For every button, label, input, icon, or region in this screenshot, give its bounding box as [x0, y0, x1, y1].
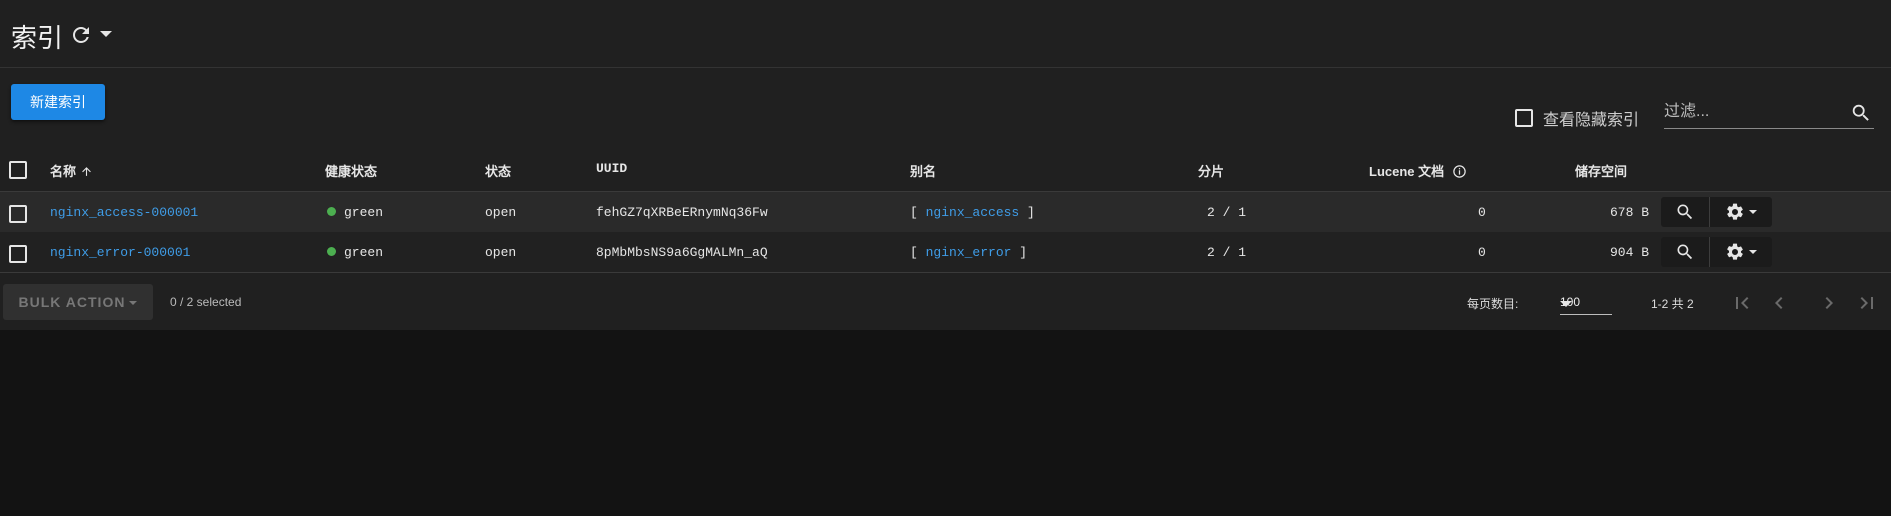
index-name-link[interactable]: nginx_error-000001 — [50, 245, 190, 260]
filter-input[interactable] — [1664, 98, 1834, 126]
column-status-header[interactable]: 状态 — [485, 161, 511, 180]
caret-down-icon — [1560, 301, 1572, 307]
uuid-cell: 8pMbMbsNS9a6GgMALMn_aQ — [596, 245, 768, 260]
status-cell: open — [485, 205, 517, 220]
last-page-icon[interactable] — [1855, 291, 1879, 315]
table-header: 名称 健康状态 状态 UUID 别名 分片 Lucene 文档 储存空间 — [0, 150, 1891, 190]
caret-down-icon — [129, 301, 138, 305]
selected-count: 0 / 2 selected — [170, 295, 242, 309]
docs-cell: 0 — [1478, 245, 1486, 260]
show-hidden-checkbox[interactable] — [1515, 109, 1533, 127]
show-hidden-toggle[interactable]: 查看隐藏索引 — [1515, 106, 1639, 130]
row-actions — [1661, 197, 1772, 227]
uuid-cell: fehGZ7qXRBeERnymNq36Fw — [596, 205, 768, 220]
index-name-link[interactable]: nginx_access-000001 — [50, 205, 198, 220]
sort-ascending-icon — [81, 167, 91, 176]
docs-cell: 0 — [1478, 205, 1486, 220]
caret-down-icon — [1749, 210, 1757, 214]
column-shards-header[interactable]: 分片 — [1198, 161, 1224, 180]
column-health-header[interactable]: 健康状态 — [325, 161, 377, 180]
filter-field — [1664, 98, 1874, 129]
caret-down-icon — [1749, 250, 1757, 254]
storage-cell: 678 B — [1610, 205, 1650, 220]
health-status-icon — [327, 207, 336, 216]
column-uuid-header[interactable]: UUID — [596, 161, 627, 176]
table-row: nginx_error-000001 green open 8pMbMbsNS9… — [0, 232, 1891, 273]
refresh-icon[interactable] — [69, 23, 93, 47]
table-row: nginx_access-000001 green open fehGZ7qXR… — [0, 191, 1891, 233]
column-name-header[interactable]: 名称 — [50, 161, 93, 180]
shards-cell: 2 / 1 — [1207, 205, 1247, 220]
health-cell: green — [327, 245, 383, 260]
storage-cell: 904 B — [1610, 245, 1650, 260]
next-page-icon[interactable] — [1817, 291, 1841, 315]
gear-icon — [1727, 243, 1743, 260]
per-page-label: 每页数目: — [1467, 297, 1519, 311]
index-settings-button[interactable] — [1710, 237, 1772, 267]
first-page-icon[interactable] — [1730, 291, 1754, 315]
bulk-action-button[interactable]: BULK ACTION — [3, 284, 153, 320]
alias-cell: [ nginx_error ] — [910, 245, 1028, 260]
search-icon[interactable] — [1850, 102, 1872, 124]
indices-panel: 索引 新建索引 查看隐藏索引 名称 健康状态 状态 UUID 别名 分片 Luc… — [0, 0, 1891, 330]
page-range: 1-2 共 2 — [1651, 297, 1694, 311]
new-index-button[interactable]: 新建索引 — [11, 84, 105, 120]
health-label: green — [344, 245, 384, 260]
per-page-select[interactable]: 100 — [1560, 290, 1612, 315]
alias-cell: [ nginx_access ] — [910, 205, 1035, 220]
info-icon[interactable] — [1452, 164, 1467, 179]
index-settings-button[interactable] — [1710, 197, 1772, 227]
gear-icon — [1727, 203, 1743, 220]
row-checkbox[interactable] — [9, 245, 27, 263]
health-label: green — [344, 205, 384, 220]
shards-cell: 2 / 1 — [1207, 245, 1247, 260]
show-hidden-label: 查看隐藏索引 — [1543, 112, 1640, 129]
alias-link[interactable]: nginx_access — [926, 205, 1020, 220]
status-cell: open — [485, 245, 517, 260]
bulk-action-label: BULK ACTION — [18, 294, 126, 310]
column-aliases-header[interactable]: 别名 — [910, 161, 936, 180]
caret-down-icon[interactable] — [100, 31, 112, 37]
health-status-icon — [327, 247, 336, 256]
row-checkbox[interactable] — [9, 205, 27, 223]
row-actions — [1661, 237, 1772, 267]
table-footer: BULK ACTION 0 / 2 selected 每页数目: 100 1-2… — [0, 275, 1891, 325]
view-index-button[interactable] — [1661, 237, 1710, 267]
column-docs-label: Lucene 文档 — [1369, 164, 1445, 179]
search-icon — [1677, 244, 1693, 260]
column-name-label: 名称 — [50, 164, 77, 179]
view-index-button[interactable] — [1661, 197, 1710, 227]
page-header: 索引 — [0, 0, 1891, 68]
search-icon — [1677, 204, 1693, 220]
health-cell: green — [327, 205, 383, 220]
alias-link[interactable]: nginx_error — [926, 245, 1012, 260]
select-all-checkbox[interactable] — [9, 161, 27, 179]
page-title: 索引 — [11, 23, 64, 53]
column-storage-header[interactable]: 储存空间 — [1575, 161, 1627, 180]
column-docs-header[interactable]: Lucene 文档 — [1369, 161, 1467, 180]
previous-page-icon[interactable] — [1767, 291, 1791, 315]
